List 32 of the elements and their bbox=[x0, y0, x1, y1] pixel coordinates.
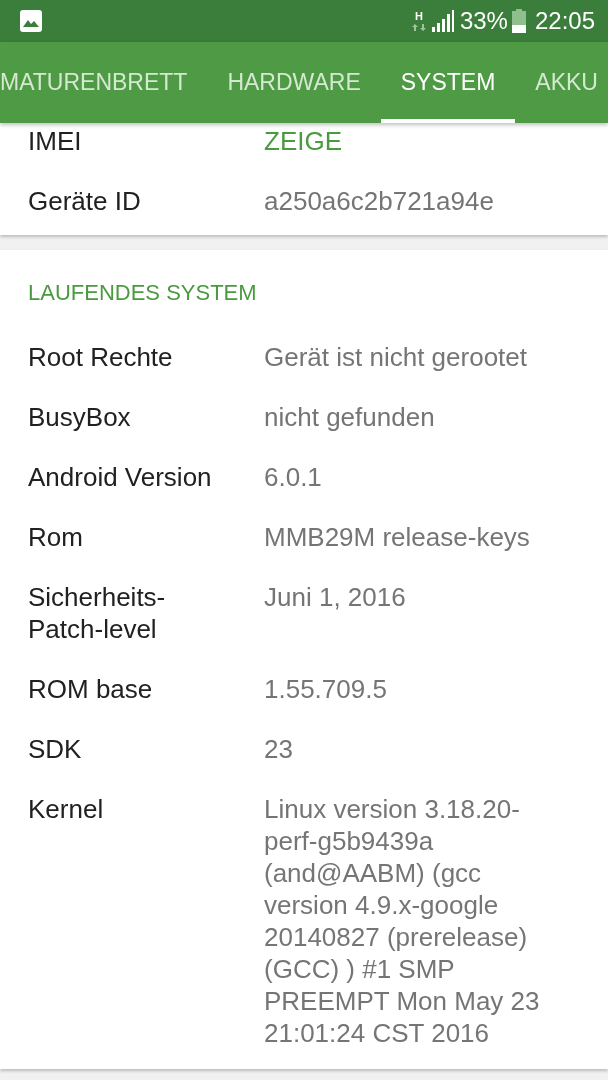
tab[interactable]: SYSTEM bbox=[380, 42, 516, 123]
row-value: nicht gefunden bbox=[264, 402, 435, 432]
tab[interactable]: HARDWARE bbox=[207, 42, 381, 123]
row-label: Rom bbox=[28, 521, 84, 553]
row-label: SDK bbox=[28, 733, 83, 765]
network-type-label: H bbox=[414, 11, 423, 22]
row-label: Kernel bbox=[28, 793, 105, 826]
row-label: Root Rechte bbox=[28, 341, 174, 373]
row-label: ROM base bbox=[28, 673, 154, 705]
data-arrows-icon bbox=[411, 24, 426, 31]
battery-icon bbox=[511, 9, 526, 33]
section-title: LAUFENDES SYSTEM bbox=[27, 279, 258, 307]
clock: 22:05 bbox=[534, 7, 595, 35]
row-label: Geräte ID bbox=[28, 185, 142, 217]
row-value: Linux version 3.18.20-perf-g5b9439a (and@AABM) (gcc version 4.9.x-google 20140827 (prerelease) (GCC) ) #1 SMP PREEMPT Mon May 23 21:01:24 CST 2016 bbox=[264, 794, 540, 1048]
row-value: MMB29M release-keys bbox=[264, 522, 530, 552]
row-value: 23 bbox=[264, 734, 293, 764]
show-link[interactable]: ZEIGE bbox=[264, 125, 342, 157]
row-value: a250a6c2b721a94e bbox=[264, 186, 494, 216]
row-value: Juni 1, 2016 bbox=[264, 582, 406, 612]
row-value: 1.55.709.5 bbox=[264, 674, 387, 704]
battery-percent: 33% bbox=[459, 7, 508, 35]
tab[interactable]: AKKU bbox=[515, 42, 602, 123]
tab[interactable]: MATURENBRETT bbox=[0, 42, 208, 123]
row-label: IMEI bbox=[28, 125, 83, 157]
row-label: BusyBox bbox=[28, 401, 132, 433]
row-value: 6.0.1 bbox=[264, 462, 322, 492]
image-icon bbox=[20, 10, 42, 32]
row-label: Android Version bbox=[28, 461, 213, 493]
row-label: Sicherheits-Patch-level bbox=[28, 581, 167, 645]
row-value: Gerät ist nicht gerootet bbox=[264, 342, 528, 372]
signal-icon bbox=[431, 10, 454, 32]
